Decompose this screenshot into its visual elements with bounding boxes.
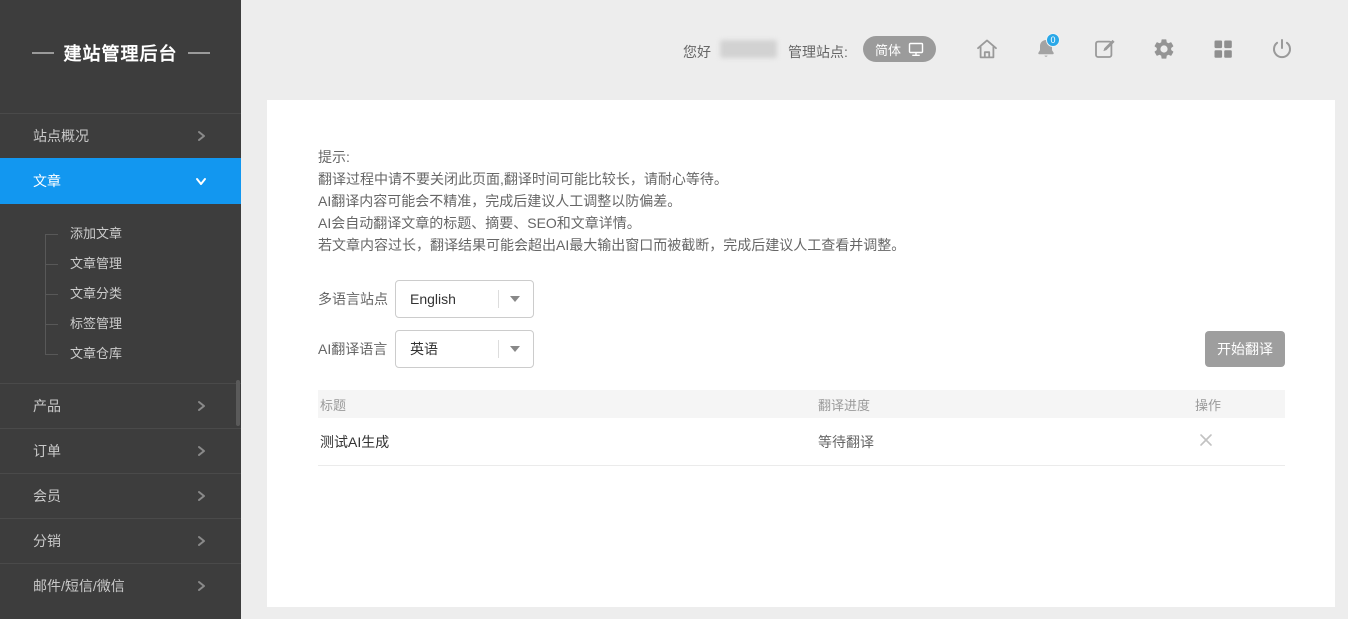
ai-language-row: AI翻译语言 英语 [318,330,534,368]
tips-block: 提示: 翻译过程中请不要关闭此页面,翻译时间可能比较长，请耐心等待。 AI翻译内… [318,146,905,256]
language-switch-button[interactable]: 简体 [863,36,936,62]
username-redacted [720,40,777,58]
title-dash-left [32,52,54,54]
translation-table: 标题 翻译进度 操作 测试AI生成 等待翻译 [318,390,1285,466]
notification-badge: 0 [1046,33,1060,47]
edit-icon[interactable] [1093,37,1117,61]
table-row: 测试AI生成 等待翻译 [318,418,1285,466]
row-title: 测试AI生成 [318,432,818,452]
chevron-right-icon [195,535,207,547]
title-dash-right [188,52,210,54]
sidebar-menu: 站点概况 文章 添加文章 文章管理 文章分类 标签管理 文章仓库 产品 订单 会… [0,113,241,608]
tips-line: AI会自动翻译文章的标题、摘要、SEO和文章详情。 [318,212,905,234]
submenu-item-label: 添加文章 [70,226,122,241]
sidebar-item-orders[interactable]: 订单 [0,428,241,473]
notifications-bell-icon[interactable]: 0 [1034,37,1058,61]
sidebar-item-label: 订单 [33,443,61,459]
chevron-right-icon [195,580,207,592]
close-icon[interactable] [1197,431,1215,449]
caret-down-icon [510,346,520,352]
sidebar-item-site-overview[interactable]: 站点概况 [0,113,241,158]
chevron-down-icon [195,175,207,187]
sidebar-scrollbar[interactable] [236,380,240,426]
row-action-cell [1195,431,1285,452]
caret-down-icon [510,296,520,302]
articles-submenu: 添加文章 文章管理 文章分类 标签管理 文章仓库 [0,204,241,383]
sidebar-item-label: 产品 [33,398,61,414]
submenu-item-add-article[interactable]: 添加文章 [0,219,241,249]
monitor-icon [908,42,924,57]
language-switch-label: 简体 [875,40,901,59]
content-card: 提示: 翻译过程中请不要关闭此页面,翻译时间可能比较长，请耐心等待。 AI翻译内… [267,100,1335,607]
tips-line: 翻译过程中请不要关闭此页面,翻译时间可能比较长，请耐心等待。 [318,168,905,190]
manage-site-label: 管理站点: [788,42,848,62]
ai-language-select[interactable]: 英语 [395,330,534,368]
chevron-right-icon [195,445,207,457]
submenu-item-label: 文章管理 [70,256,122,271]
apps-grid-icon[interactable] [1211,37,1235,61]
sidebar-item-label: 站点概况 [33,128,89,144]
chevron-right-icon [195,490,207,502]
sidebar-item-label: 分销 [33,533,61,549]
tips-line: 若文章内容过长，翻译结果可能会超出AI最大输出窗口而被截断，完成后建议人工查看并… [318,234,905,256]
sidebar-item-email-sms-wechat[interactable]: 邮件/短信/微信 [0,563,241,608]
tips-title: 提示: [318,146,905,168]
sidebar-item-members[interactable]: 会员 [0,473,241,518]
sidebar-item-articles[interactable]: 文章 [0,158,241,204]
sidebar-item-products[interactable]: 产品 [0,383,241,428]
sidebar-item-label: 会员 [33,488,61,504]
submenu-item-article-category[interactable]: 文章分类 [0,279,241,309]
table-header-row: 标题 翻译进度 操作 [318,390,1285,418]
chevron-right-icon [195,400,207,412]
submenu-item-tag-management[interactable]: 标签管理 [0,309,241,339]
greeting-text: 您好 [683,42,711,62]
sidebar-item-label: 文章 [33,173,61,189]
multilang-site-select[interactable]: English [395,280,534,318]
tips-line: AI翻译内容可能会不精准，完成后建议人工调整以防偏差。 [318,190,905,212]
home-icon[interactable] [975,37,999,61]
select-divider [498,290,499,308]
table-header-action: 操作 [1195,395,1285,414]
submenu-item-label: 文章分类 [70,286,122,301]
submenu-item-article-management[interactable]: 文章管理 [0,249,241,279]
multilang-site-value: English [396,291,498,307]
sidebar-item-label: 邮件/短信/微信 [33,578,125,594]
app-title-text: 建站管理后台 [64,40,178,66]
multilang-site-row: 多语言站点 English [318,280,534,318]
table-header-progress: 翻译进度 [818,395,1195,414]
app-title: 建站管理后台 [0,40,241,66]
multilang-site-label: 多语言站点 [318,289,395,309]
ai-language-value: 英语 [396,339,498,359]
submenu-item-article-repository[interactable]: 文章仓库 [0,339,241,369]
row-progress: 等待翻译 [818,432,1195,452]
submenu-item-label: 文章仓库 [70,346,122,361]
start-translate-button[interactable]: 开始翻译 [1205,331,1285,367]
submenu-item-label: 标签管理 [70,316,122,331]
chevron-right-icon [195,130,207,142]
power-logout-icon[interactable] [1270,37,1294,61]
select-divider [498,340,499,358]
top-header: 您好 管理站点: 简体 0 [241,0,1348,97]
table-header-title: 标题 [318,395,818,414]
sidebar-item-distribution[interactable]: 分销 [0,518,241,563]
ai-language-label: AI翻译语言 [318,339,395,359]
gear-icon[interactable] [1152,37,1176,61]
sidebar: 建站管理后台 站点概况 文章 添加文章 文章管理 文章分类 标签管理 文章仓库 … [0,0,241,619]
